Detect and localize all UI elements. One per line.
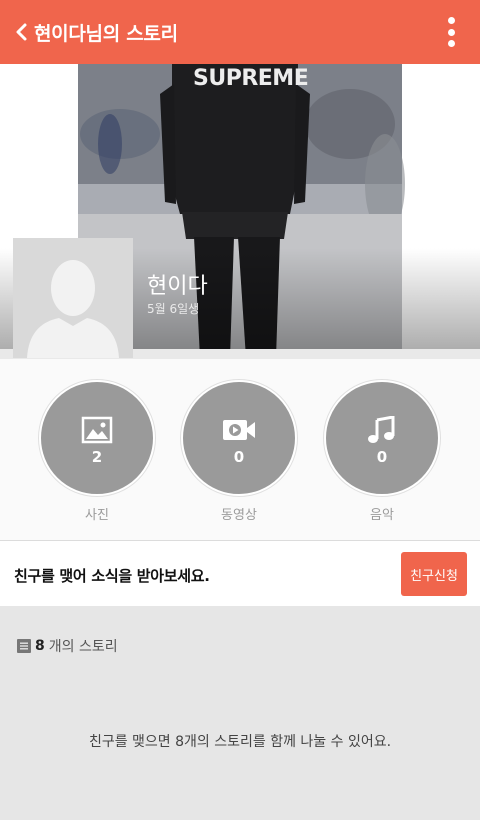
app-header: 현이다님의 스토리 — [0, 0, 480, 64]
list-icon — [17, 639, 31, 653]
music-button[interactable]: 0 — [324, 380, 440, 496]
profile-birthday: 5월 6일생 — [147, 302, 200, 316]
photo-count: 2 — [91, 448, 103, 466]
story-locked-message: 친구를 맺으면 8개의 스토리를 함께 나눌 수 있어요. — [88, 734, 392, 750]
media-panel: 2 사진 0 동영상 0 음악 — [0, 359, 480, 540]
default-avatar-icon — [13, 238, 133, 358]
avatar[interactable] — [13, 238, 133, 358]
more-vertical-icon — [447, 17, 455, 24]
video-label: 동영상 — [221, 508, 257, 523]
story-section: 8 개의 스토리 친구를 맺으면 8개의 스토리를 함께 나눌 수 있어요. — [0, 606, 480, 820]
story-count-label: 개의 스토리 — [48, 639, 118, 655]
friend-request-bar: 친구를 맺어 소식을 받아보세요. 친구신청 — [0, 540, 480, 606]
back-button[interactable] — [0, 0, 28, 64]
friend-request-button[interactable]: 친구신청 — [401, 552, 467, 596]
photo-label: 사진 — [85, 508, 109, 523]
music-count: 0 — [376, 448, 388, 466]
story-count: 8 — [35, 638, 45, 654]
music-label: 음악 — [370, 508, 394, 523]
cover-logo-text: SUPREME — [193, 66, 309, 91]
overflow-menu-button[interactable] — [444, 14, 458, 50]
video-button[interactable]: 0 — [181, 380, 297, 496]
music-note-icon — [368, 416, 395, 443]
friend-request-message: 친구를 맺어 소식을 받아보세요. — [14, 567, 210, 585]
photo-icon — [81, 416, 113, 444]
page-title: 현이다님의 스토리 — [34, 22, 178, 45]
video-icon — [223, 420, 255, 440]
story-count-header: 8 개의 스토리 — [17, 636, 118, 656]
video-count: 0 — [233, 448, 245, 466]
photo-button[interactable]: 2 — [39, 380, 155, 496]
chevron-left-icon — [16, 23, 27, 41]
profile-name: 현이다 — [147, 274, 208, 299]
